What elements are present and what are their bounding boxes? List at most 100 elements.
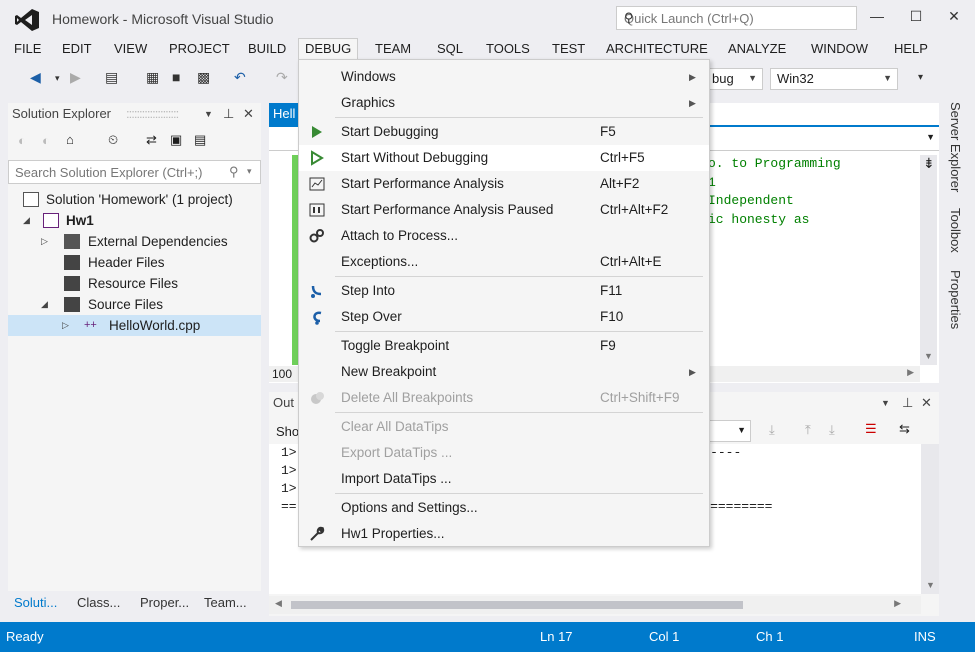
tree-item-solution[interactable]: Solution 'Homework' (1 project) — [8, 189, 261, 210]
menu-architecture[interactable]: ARCHITECTURE — [600, 38, 714, 60]
new-project-icon[interactable]: ▤ — [105, 69, 118, 86]
tab-class-view[interactable]: Class... — [77, 595, 120, 610]
undo-icon[interactable]: ↶ — [234, 69, 246, 86]
menu-tools[interactable]: TOOLS — [480, 38, 536, 60]
expanded-arrow-icon[interactable]: ◢ — [23, 210, 30, 231]
menu-item-hw1-properties[interactable]: Hw1 Properties... — [299, 521, 709, 547]
menu-help[interactable]: HELP — [888, 38, 934, 60]
pin-icon[interactable]: ⊥ — [223, 103, 234, 125]
menu-item-clear-all-datatips[interactable]: Clear All DataTips — [299, 414, 709, 440]
tab-helloworld-cpp[interactable]: Hell — [269, 103, 301, 125]
toolbar-overflow-icon[interactable]: ▾ — [918, 72, 923, 83]
tab-solution-explorer[interactable]: Soluti... — [14, 595, 57, 610]
tab-properties[interactable]: Properties — [948, 270, 963, 329]
collapse-all-icon[interactable]: ▣ — [170, 132, 182, 148]
menu-item-step-over[interactable]: Step Over F10 — [299, 304, 709, 330]
chevron-down-icon[interactable]: ▼ — [926, 132, 935, 142]
pin-icon[interactable]: ⊥ — [902, 392, 913, 414]
menu-item-toggle-breakpoint[interactable]: Toggle Breakpoint F9 — [299, 333, 709, 359]
menu-debug[interactable]: DEBUG — [298, 38, 359, 60]
show-all-files-icon[interactable]: ▤ — [194, 132, 206, 148]
solution-platform-combo[interactable]: Win32 ▼ — [770, 68, 898, 90]
save-icon[interactable]: ■ — [172, 69, 180, 85]
editor-vertical-scrollbar[interactable]: ⇟ ▼ — [920, 155, 937, 365]
menu-item-windows[interactable]: Windows ▶ — [299, 64, 709, 90]
menu-item-attach-to-process[interactable]: Attach to Process... — [299, 223, 709, 249]
scroll-down-icon[interactable]: ▼ — [926, 580, 935, 590]
close-panel-icon[interactable]: ✕ — [243, 103, 254, 125]
output-horizontal-scrollbar[interactable]: ◀ ▶ — [269, 596, 921, 614]
menu-analyze[interactable]: ANALYZE — [722, 38, 792, 60]
menu-item-exceptions[interactable]: Exceptions... Ctrl+Alt+E — [299, 249, 709, 275]
tab-team-explorer[interactable]: Team... — [204, 595, 247, 610]
next-message-icon[interactable]: ⤓ — [829, 422, 835, 438]
menu-test[interactable]: TEST — [546, 38, 591, 60]
tab-server-explorer[interactable]: Server Explorer — [948, 102, 963, 192]
panel-menu-icon[interactable]: ▼ — [881, 392, 890, 414]
menu-item-start-performance-analysis[interactable]: Start Performance Analysis Alt+F2 — [299, 171, 709, 197]
forward-icon[interactable]: ◐ — [42, 133, 50, 148]
scrollbar-thumb[interactable] — [291, 601, 743, 609]
menu-file[interactable]: FILE — [8, 38, 47, 60]
maximize-button[interactable]: ☐ — [906, 8, 926, 25]
output-vertical-scrollbar[interactable]: ▼ — [921, 444, 939, 594]
menu-item-step-into[interactable]: Step Into F11 — [299, 278, 709, 304]
tree-item-external-dependencies[interactable]: ▷ External Dependencies — [8, 231, 261, 252]
solution-configuration-combo[interactable]: bug ▼ — [705, 68, 763, 90]
pending-changes-icon[interactable]: ⏲ — [108, 132, 118, 148]
menu-build[interactable]: BUILD — [242, 38, 292, 60]
tab-property-manager[interactable]: Proper... — [140, 595, 189, 610]
menu-item-options-and-settings[interactable]: Options and Settings... — [299, 495, 709, 521]
menu-item-export-datatips[interactable]: Export DataTips ... — [299, 440, 709, 466]
chevron-down-icon[interactable]: ▾ — [247, 166, 252, 177]
split-icon[interactable]: ⇟ — [923, 155, 935, 172]
menu-item-new-breakpoint[interactable]: New Breakpoint ▶ — [299, 359, 709, 385]
collapsed-arrow-icon[interactable]: ▷ — [41, 231, 48, 252]
tree-item-helloworld-cpp[interactable]: ▷ ++ HelloWorld.cpp — [8, 315, 261, 336]
menu-item-import-datatips[interactable]: Import DataTips ... — [299, 466, 709, 492]
quick-launch-input[interactable]: Quick Launch (Ctrl+Q) ⚲ — [616, 6, 857, 30]
tree-item-resource-files[interactable]: Resource Files — [8, 273, 261, 294]
menu-sql[interactable]: SQL — [431, 38, 469, 60]
menu-window[interactable]: WINDOW — [805, 38, 874, 60]
scroll-left-icon[interactable]: ◀ — [275, 598, 282, 609]
back-dropdown-icon[interactable]: ▾ — [55, 73, 60, 84]
zoom-level[interactable]: 100 — [272, 367, 292, 381]
menu-item-start-debugging[interactable]: Start Debugging F5 — [299, 119, 709, 145]
scroll-down-icon[interactable]: ▼ — [924, 351, 933, 361]
back-icon[interactable]: ◀ — [30, 69, 41, 86]
solution-explorer-search-input[interactable]: Search Solution Explorer (Ctrl+;) ⚲ ▾ — [8, 160, 261, 184]
menu-item-graphics[interactable]: Graphics ▶ — [299, 90, 709, 116]
minimize-button[interactable]: — — [867, 8, 887, 24]
collapsed-arrow-icon[interactable]: ▷ — [62, 315, 69, 336]
scroll-right-icon[interactable]: ▶ — [907, 367, 914, 378]
menu-project[interactable]: PROJECT — [163, 38, 236, 60]
menu-view[interactable]: VIEW — [108, 38, 153, 60]
word-wrap-icon[interactable]: ⇆ — [899, 421, 910, 437]
menu-team[interactable]: TEAM — [369, 38, 417, 60]
previous-message-icon[interactable]: ⤒ — [805, 422, 811, 438]
panel-menu-icon[interactable]: ▼ — [204, 103, 213, 125]
search-icon: ⚲ — [229, 164, 239, 179]
back-icon[interactable]: ◐ — [18, 133, 26, 148]
tree-item-header-files[interactable]: Header Files — [8, 252, 261, 273]
menu-edit[interactable]: EDIT — [56, 38, 98, 60]
save-all-icon[interactable]: ▩ — [197, 69, 210, 86]
sync-icon[interactable]: ⇄ — [146, 132, 157, 148]
close-panel-icon[interactable]: ✕ — [921, 392, 932, 414]
redo-icon[interactable]: ↷ — [276, 69, 288, 86]
menu-item-start-performance-analysis-paused[interactable]: Start Performance Analysis Paused Ctrl+A… — [299, 197, 709, 223]
tree-item-source-files[interactable]: ◢ Source Files — [8, 294, 261, 315]
scroll-right-icon[interactable]: ▶ — [894, 598, 901, 609]
close-button[interactable]: ✕ — [944, 8, 964, 25]
expanded-arrow-icon[interactable]: ◢ — [41, 294, 48, 315]
menu-item-delete-all-breakpoints[interactable]: Delete All Breakpoints Ctrl+Shift+F9 — [299, 385, 709, 411]
clear-all-icon[interactable]: ☰ — [865, 421, 877, 437]
find-message-icon[interactable]: ⤓ — [769, 422, 775, 438]
home-icon[interactable]: ⌂ — [66, 132, 74, 147]
menu-item-start-without-debugging[interactable]: Start Without Debugging Ctrl+F5 — [299, 145, 709, 171]
open-file-icon[interactable]: ▦ — [146, 69, 159, 86]
forward-icon[interactable]: ▶ — [70, 69, 81, 86]
tree-item-project[interactable]: ◢ Hw1 — [8, 210, 261, 231]
tab-toolbox[interactable]: Toolbox — [948, 208, 963, 253]
